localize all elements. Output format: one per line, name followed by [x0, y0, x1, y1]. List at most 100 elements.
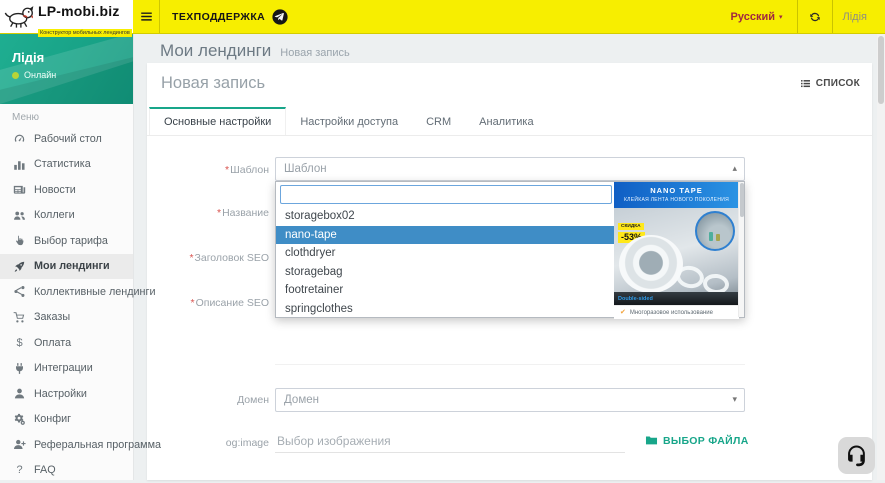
sidebar-item-3[interactable]: Коллеги: [0, 203, 133, 229]
preview-caption: Double-sided: [618, 296, 653, 302]
menu-toggle-button[interactable]: [133, 0, 160, 33]
rocket-icon: [12, 260, 27, 273]
tab-3[interactable]: Аналитика: [465, 107, 547, 135]
sidebar-item-2[interactable]: Новости: [0, 177, 133, 203]
template-option-1[interactable]: nano-tape: [276, 226, 614, 245]
template-option-2[interactable]: clothdryer: [276, 244, 614, 263]
sidebar-item-6[interactable]: Коллективные лендинги: [0, 279, 133, 305]
template-option-0[interactable]: storagebox02: [276, 207, 614, 226]
tab-2[interactable]: CRM: [412, 107, 465, 135]
refresh-button[interactable]: [798, 0, 832, 33]
seo-title-field-label: *Заголовок SEO: [147, 251, 269, 265]
hand-pointer-icon: [12, 234, 27, 247]
template-search-input[interactable]: [280, 185, 612, 204]
online-status-label: Онлайн: [24, 70, 56, 80]
refresh-icon: [809, 11, 821, 23]
check-icon: ✔: [620, 309, 626, 316]
breadcrumb: Новая запись: [280, 47, 349, 59]
preview-subtitle: КЛЕЙКАЯ ЛЕНТА НОВОГО ПОКОЛЕНИЯ: [614, 197, 739, 203]
bar-chart-icon: [12, 158, 27, 171]
page-scrollbar-thumb[interactable]: [878, 36, 884, 104]
user-plus-icon: [12, 438, 27, 451]
sidebar-item-7[interactable]: Заказы: [0, 305, 133, 331]
sidebar-item-label: Выбор тарифа: [34, 235, 108, 247]
domain-select[interactable]: Домен ▾: [275, 388, 745, 412]
template-select[interactable]: Шаблон ▴: [275, 157, 745, 181]
dropdown-scrollbar: [738, 182, 744, 317]
template-option-3[interactable]: storagebag: [276, 263, 614, 282]
menu-section-label: Меню: [12, 112, 39, 123]
sidebar-item-label: Заказы: [34, 311, 70, 323]
og-image-field-label: og:image: [147, 436, 269, 450]
logo[interactable]: LP-mobi.biz Конструктор мобильных лендин…: [0, 0, 133, 33]
users-icon: [12, 209, 27, 222]
online-status-dot: [12, 72, 19, 79]
domain-field-label: Домен: [147, 393, 269, 407]
sidebar-item-9[interactable]: Интеграции: [0, 356, 133, 382]
template-preview-thumbnail: NANO TAPE КЛЕЙКАЯ ЛЕНТА НОВОГО ПОКОЛЕНИЯ…: [614, 182, 739, 319]
template-option-4[interactable]: footretainer: [276, 281, 614, 300]
hamburger-icon: [140, 10, 153, 23]
logo-subtitle: Конструктор мобильных лендингов: [38, 29, 132, 37]
topbar: LP-mobi.biz Конструктор мобильных лендин…: [0, 0, 885, 34]
choose-file-button[interactable]: ВЫБОР ФАЙЛА: [645, 434, 749, 447]
sidebar-menu: Рабочий стол Статистика Новости Коллеги Выбо…: [0, 126, 133, 483]
preview-title: NANO TAPE: [614, 186, 739, 195]
folder-icon: [645, 434, 658, 447]
sidebar-profile: Лідія Онлайн: [0, 33, 133, 104]
seo-description-field-label: *Описание SEO: [147, 296, 269, 310]
logo-title: LP-mobi.biz: [38, 3, 120, 19]
sidebar-item-0[interactable]: Рабочий стол: [0, 126, 133, 152]
template-dropdown-panel: storagebox02nano-tapeclothdryerstorageba…: [275, 181, 745, 318]
headset-icon: [844, 443, 869, 468]
sidebar-item-12[interactable]: Реферальная программа: [0, 432, 133, 458]
sidebar-item-4[interactable]: Выбор тарифа: [0, 228, 133, 254]
dog-logo-icon: [4, 4, 36, 29]
template-field-label: *Шаблон: [147, 163, 269, 177]
sidebar-item-label: Интеграции: [34, 362, 93, 374]
sidebar-item-8[interactable]: $Оплата: [0, 330, 133, 356]
newspaper-icon: [12, 183, 27, 196]
card-title: Новая запись: [161, 74, 265, 93]
tech-support-button[interactable]: ТЕХПОДДЕРЖКА: [160, 0, 300, 33]
sidebar-item-5[interactable]: Мои лендинги: [0, 254, 133, 280]
tab-0[interactable]: Основные настройки: [149, 107, 286, 135]
sidebar-item-10[interactable]: Настройки: [0, 381, 133, 407]
list-icon: [800, 78, 811, 89]
sidebar-item-11[interactable]: Конфиг: [0, 407, 133, 433]
sidebar-item-1[interactable]: Статистика: [0, 152, 133, 178]
page-header: Мои лендинги Новая запись: [160, 41, 350, 61]
sidebar-item-13[interactable]: ? FAQ: [0, 458, 133, 483]
sidebar-item-label: Реферальная программа: [34, 439, 161, 451]
dollar-icon: $: [12, 336, 27, 349]
sidebar-item-label: Новости: [34, 184, 76, 196]
sidebar-item-label: Настройки: [34, 388, 87, 400]
dropdown-scrollbar-thumb[interactable]: [740, 183, 744, 217]
name-field-label: *Название: [147, 206, 269, 220]
sidebar-item-label: Рабочий стол: [34, 133, 102, 145]
telegram-icon: [272, 9, 288, 25]
main-content: Мои лендинги Новая запись Новая запись С…: [133, 33, 885, 480]
gauge-icon: [12, 132, 27, 145]
og-image-input[interactable]: [275, 429, 625, 453]
share-icon: [12, 285, 27, 298]
username-link[interactable]: Лідія: [833, 0, 877, 33]
template-option-5[interactable]: springclothes: [276, 300, 614, 319]
chevron-down-icon: ▾: [779, 13, 783, 21]
question-icon: ?: [12, 464, 27, 477]
chat-support-button[interactable]: [838, 437, 875, 474]
list-button[interactable]: СПИСОК: [800, 78, 860, 89]
caret-up-icon: ▴: [732, 163, 737, 174]
caret-down-icon: ▾: [732, 394, 737, 405]
tech-support-label: ТЕХПОДДЕРЖКА: [172, 11, 265, 23]
tab-1[interactable]: Настройки доступа: [286, 107, 412, 135]
cart-icon: [12, 311, 27, 324]
page-scrollbar: [877, 33, 885, 480]
tab-bar: Основные настройкиНастройки доступаCRMАн…: [147, 107, 872, 136]
preview-feature-row: ✔ Многоразовое использование: [614, 305, 739, 319]
sidebar-item-label: FAQ: [34, 464, 56, 476]
sidebar-item-label: Мои лендинги: [34, 260, 110, 272]
preview-photo: СКИДКА -53% Double-sided: [614, 208, 739, 305]
new-record-card: Новая запись СПИСОК Основные настройкиНа…: [147, 63, 872, 480]
language-selector[interactable]: Русский ▾: [717, 0, 797, 33]
